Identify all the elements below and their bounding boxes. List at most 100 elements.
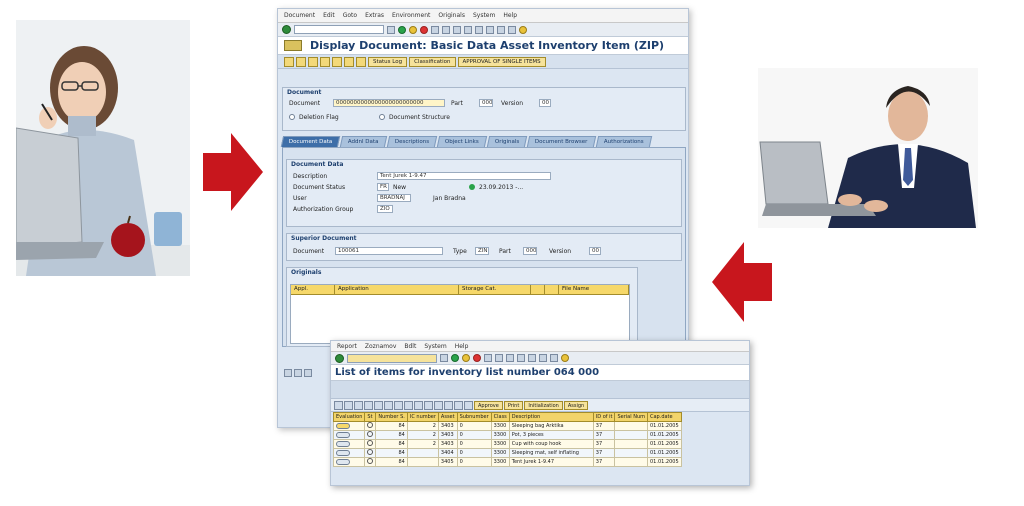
menu-item-help[interactable]: Help [503, 12, 517, 19]
display-change-icon[interactable] [284, 56, 294, 67]
column-header[interactable] [531, 285, 545, 294]
evaluation-cell[interactable] [332, 457, 366, 467]
original-edit-icon[interactable] [294, 369, 302, 377]
sort-ascending-icon[interactable] [344, 400, 353, 410]
menu-item-help[interactable]: Help [455, 343, 469, 350]
tab-originals[interactable]: Originals [486, 136, 528, 147]
cancel-icon[interactable] [420, 25, 428, 34]
details-icon[interactable] [334, 400, 343, 410]
help-icon[interactable] [561, 354, 569, 362]
document-number-field[interactable]: 0000000000000000000000000 [333, 99, 445, 107]
type-field[interactable]: ZIN [475, 247, 489, 255]
menu-item-bdlt[interactable]: Bdlt [404, 343, 416, 350]
prev-page-icon[interactable] [528, 354, 536, 362]
print-icon[interactable] [431, 25, 439, 34]
save-icon[interactable] [440, 354, 448, 362]
cancel-icon[interactable] [473, 354, 481, 362]
tab-document-data[interactable]: Document Data [280, 136, 341, 147]
save-layout-icon[interactable] [434, 400, 443, 410]
table-row[interactable]: 84 2 3403 0 3300 Pot, 3 pieces 37 01.01.… [332, 430, 682, 440]
export-icon[interactable] [404, 400, 413, 410]
superior-document-field[interactable]: 100061 [335, 247, 443, 255]
assign-button[interactable]: Assign [563, 400, 589, 410]
back-icon[interactable] [451, 354, 459, 362]
approval-button[interactable]: APPROVAL OF SINGLE ITEMS [457, 56, 546, 67]
tab-document-browser[interactable]: Document Browser [527, 136, 597, 147]
evaluation-icon[interactable] [336, 449, 350, 456]
tab-descriptions[interactable]: Descriptions [386, 136, 438, 147]
menu-item-document[interactable]: Document [284, 12, 315, 19]
new-session-icon[interactable] [508, 25, 516, 34]
filter-icon[interactable] [364, 400, 373, 410]
version-field[interactable]: 00 [539, 99, 551, 107]
evaluation-cell[interactable] [332, 430, 366, 440]
last-page-icon[interactable] [550, 354, 558, 362]
classification-button[interactable]: Classification [409, 56, 456, 67]
menu-item-system[interactable]: System [473, 12, 495, 19]
menu-item-extras[interactable]: Extras [365, 12, 384, 19]
evaluation-cell[interactable] [332, 421, 366, 431]
column-header[interactable]: ID of it [592, 412, 616, 422]
command-field[interactable] [294, 25, 384, 34]
find-next-icon[interactable] [453, 25, 461, 34]
status-code-field[interactable]: FR [377, 183, 389, 191]
column-header[interactable]: IC number [406, 412, 439, 422]
first-page-icon[interactable] [517, 354, 525, 362]
find-icon[interactable] [442, 25, 450, 34]
deletion-flag-radio[interactable] [289, 114, 295, 120]
column-header[interactable]: Asset [437, 412, 458, 422]
menu-item-zoznamov[interactable]: Zoznamov [365, 343, 396, 350]
column-header[interactable] [545, 285, 559, 294]
subtotal-icon[interactable] [384, 400, 393, 410]
table-row[interactable]: 84 2 3403 0 3300 Cup with coup hook 37 0… [332, 439, 682, 449]
evaluation-cell[interactable] [332, 439, 366, 449]
document-structure-radio[interactable] [379, 114, 385, 120]
column-header[interactable]: Subnumber [456, 412, 492, 422]
approve-button[interactable]: Approve [474, 400, 503, 410]
column-header[interactable]: Description [508, 412, 594, 422]
column-header[interactable]: Application [335, 285, 459, 294]
tab-object-links[interactable]: Object Links [436, 136, 488, 147]
original-add-icon[interactable] [284, 369, 292, 377]
find-icon[interactable] [495, 354, 503, 362]
tab-addnl-data[interactable]: Addnl Data [340, 136, 388, 147]
layout-icon[interactable] [414, 400, 423, 410]
evaluation-cell[interactable] [332, 448, 366, 458]
initialization-button[interactable]: Initialization [524, 400, 563, 410]
exit-icon[interactable] [409, 25, 417, 34]
first-page-icon[interactable] [464, 25, 472, 34]
next-page-icon[interactable] [539, 354, 547, 362]
tab-authorizations[interactable]: Authorizations [595, 136, 652, 147]
next-page-icon[interactable] [486, 25, 494, 34]
sum-icon[interactable] [374, 400, 383, 410]
help-icon[interactable] [519, 25, 527, 34]
other-document-icon[interactable] [296, 56, 306, 67]
menu-item-edit[interactable]: Edit [323, 12, 335, 19]
sort-descending-icon[interactable] [354, 400, 363, 410]
status-log-button[interactable]: Status Log [368, 56, 408, 67]
exit-icon[interactable] [462, 354, 470, 362]
evaluation-icon[interactable] [336, 440, 350, 447]
part-field[interactable]: 000 [479, 99, 493, 107]
menu-item-report[interactable]: Report [337, 343, 357, 350]
menu-item-originals[interactable]: Originals [438, 12, 465, 19]
find-next-icon[interactable] [506, 354, 514, 362]
structure-icon[interactable] [356, 56, 366, 67]
column-header[interactable]: Class [490, 412, 510, 422]
new-document-icon[interactable] [308, 56, 318, 67]
prev-page-icon[interactable] [475, 25, 483, 34]
column-header[interactable]: Appl. [291, 285, 335, 294]
evaluation-icon[interactable] [336, 422, 350, 429]
column-header[interactable]: Cap.date [647, 412, 682, 422]
column-header[interactable]: Number S. [375, 412, 408, 422]
display-original-icon[interactable] [344, 56, 354, 67]
select-all-icon[interactable] [454, 400, 463, 410]
deselect-all-icon[interactable] [464, 400, 473, 410]
column-header[interactable]: File Name [559, 285, 629, 294]
command-field[interactable] [347, 353, 437, 363]
enter-icon[interactable] [335, 353, 344, 363]
delete-icon[interactable] [332, 56, 342, 67]
last-page-icon[interactable] [497, 25, 505, 34]
table-row[interactable]: 84 3405 0 3300 Tent Jurek 1-9.47 37 01.0… [332, 457, 682, 467]
authorization-group-field[interactable]: ZIO [377, 205, 393, 213]
